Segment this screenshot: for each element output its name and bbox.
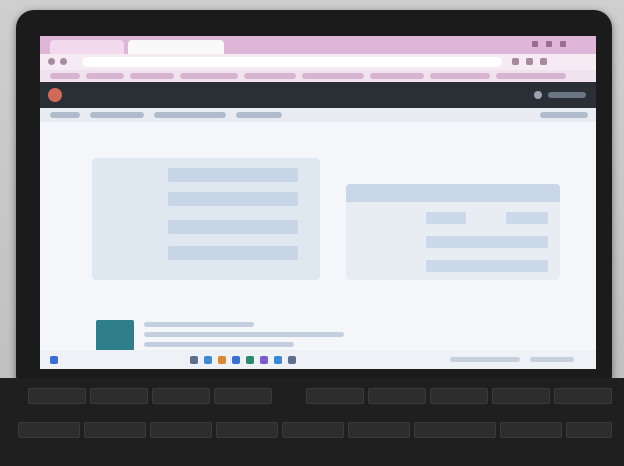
bookmarks-bar — [40, 70, 596, 82]
nav-item-4[interactable] — [236, 112, 282, 118]
close-icon[interactable] — [560, 41, 566, 47]
side-field-3[interactable] — [426, 236, 548, 248]
side-panel-header — [346, 184, 560, 202]
taskbar-icon-7[interactable] — [274, 356, 282, 364]
key — [90, 388, 148, 404]
key — [282, 422, 344, 438]
system-tray[interactable] — [450, 357, 520, 362]
browser-tab-2[interactable] — [128, 40, 224, 54]
form-field-4[interactable] — [168, 246, 298, 260]
taskbar-icon-6[interactable] — [260, 356, 268, 364]
note-line-2 — [144, 332, 344, 337]
form-value-1 — [168, 178, 174, 185]
note-line-1 — [144, 322, 254, 327]
main-content — [88, 134, 568, 356]
user-menu[interactable] — [548, 92, 586, 98]
key — [18, 422, 80, 438]
browser-tab-1[interactable] — [50, 40, 124, 54]
photo-background — [0, 0, 624, 466]
laptop-screen — [40, 36, 596, 369]
url-input[interactable] — [82, 57, 502, 67]
back-icon[interactable] — [48, 58, 55, 65]
bookmark-4[interactable] — [180, 73, 238, 79]
key — [430, 388, 488, 404]
side-field-4[interactable] — [426, 260, 548, 272]
taskbar-icon-1[interactable] — [190, 356, 198, 364]
form-field-3[interactable] — [168, 220, 298, 234]
key — [414, 422, 496, 438]
bookmark-2[interactable] — [86, 73, 124, 79]
app-header — [40, 82, 596, 108]
bookmark-8[interactable] — [430, 73, 490, 79]
form-field-2[interactable] — [168, 192, 298, 206]
key — [150, 422, 212, 438]
key — [348, 422, 410, 438]
key — [28, 388, 86, 404]
taskbar-icon-5[interactable] — [246, 356, 254, 364]
laptop-keyboard — [0, 378, 624, 466]
key — [216, 422, 278, 438]
taskbar-icon-3[interactable] — [218, 356, 226, 364]
browser-tabbar — [40, 36, 596, 54]
side-panel — [346, 184, 560, 280]
key — [554, 388, 612, 404]
key — [566, 422, 612, 438]
minimize-icon[interactable] — [532, 41, 538, 47]
taskbar-icon-4[interactable] — [232, 356, 240, 364]
form-card — [92, 158, 320, 280]
nav-item-right[interactable] — [540, 112, 588, 118]
nav-item-1[interactable] — [50, 112, 80, 118]
extension-icon[interactable] — [512, 58, 519, 65]
reload-icon[interactable] — [60, 58, 67, 65]
user-icon[interactable] — [534, 91, 542, 99]
bookmark-3[interactable] — [130, 73, 174, 79]
nav-item-2[interactable] — [90, 112, 144, 118]
side-field-1[interactable] — [426, 212, 466, 224]
note-line-3 — [144, 342, 294, 347]
start-icon[interactable] — [50, 356, 58, 364]
windows-taskbar — [40, 350, 596, 369]
browser-address-bar — [40, 54, 596, 70]
form-value-3 — [168, 230, 174, 237]
nav-item-3[interactable] — [154, 112, 226, 118]
app-logo — [48, 88, 62, 102]
form-value-4 — [168, 256, 174, 263]
key — [492, 388, 550, 404]
key — [84, 422, 146, 438]
taskbar-icon-2[interactable] — [204, 356, 212, 364]
top-navigation — [40, 108, 596, 122]
key — [306, 388, 364, 404]
taskbar-clock — [530, 357, 574, 362]
key — [214, 388, 272, 404]
side-field-2[interactable] — [506, 212, 548, 224]
bookmark-6[interactable] — [302, 73, 364, 79]
key — [368, 388, 426, 404]
menu-icon[interactable] — [540, 58, 547, 65]
key — [152, 388, 210, 404]
bookmark-5[interactable] — [244, 73, 296, 79]
form-field-1[interactable] — [168, 168, 298, 182]
profile-icon[interactable] — [526, 58, 533, 65]
form-value-2 — [168, 202, 174, 209]
bookmark-1[interactable] — [50, 73, 80, 79]
bookmark-7[interactable] — [370, 73, 424, 79]
key — [500, 422, 562, 438]
taskbar-icon-8[interactable] — [288, 356, 296, 364]
maximize-icon[interactable] — [546, 41, 552, 47]
bookmark-9[interactable] — [496, 73, 566, 79]
